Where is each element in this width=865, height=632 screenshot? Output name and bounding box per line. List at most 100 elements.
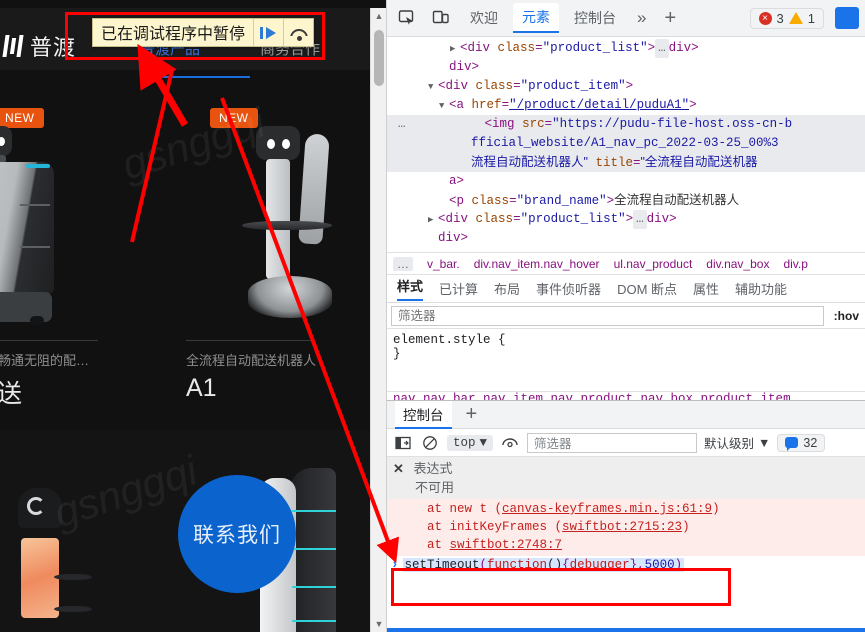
plus-icon[interactable]: + bbox=[658, 7, 682, 30]
product-divider bbox=[0, 340, 98, 341]
styles-tab-布局[interactable]: 布局 bbox=[494, 279, 520, 298]
resume-script-icon bbox=[259, 26, 278, 40]
breadcrumb-item[interactable]: ul.nav_product bbox=[614, 257, 693, 271]
issues-counter[interactable]: × 3 1 bbox=[749, 7, 824, 29]
prompt-chevron-icon: › bbox=[391, 558, 399, 572]
expand-caret-icon[interactable]: ▶ bbox=[428, 211, 438, 230]
breadcrumb-item[interactable]: div.nav_item.nav_hover bbox=[474, 257, 600, 271]
styles-rules[interactable]: element.style { } bbox=[387, 329, 865, 391]
stack-frame-line[interactable]: at swiftbot:2748:7 bbox=[387, 536, 865, 554]
styles-filter-input[interactable] bbox=[391, 305, 824, 326]
device-toolbar-icon[interactable] bbox=[427, 5, 455, 31]
styles-tab-事件侦听器[interactable]: 事件侦听器 bbox=[536, 279, 601, 298]
resume-script-button[interactable] bbox=[253, 19, 283, 46]
breadcrumb-item[interactable]: div.nav_box bbox=[706, 257, 769, 271]
collapsed-ellipsis[interactable]: … bbox=[395, 115, 409, 134]
step-over-button[interactable] bbox=[283, 19, 313, 46]
product-card-leshu[interactable]: NEW 峰期畅通无阻的配… 乐送 bbox=[0, 78, 118, 408]
dom-node-row[interactable]: <p class="brand_name">全流程自动配送机器人 bbox=[387, 191, 865, 210]
close-icon[interactable]: ✕ bbox=[393, 461, 404, 476]
product-card-a1[interactable]: NEW 全流程自动配送机器人 A1 bbox=[172, 78, 332, 402]
dom-node-row[interactable]: 流程自动配送机器人" title="全流程自动配送机器 bbox=[387, 153, 865, 172]
contact-us-button[interactable]: 联系我们 bbox=[178, 475, 296, 593]
breadcrumb-item[interactable]: div.p bbox=[783, 257, 807, 271]
dom-node-row[interactable]: … <img src="https://pudu-file-host.oss-cn… bbox=[387, 115, 865, 134]
inspect-element-icon[interactable] bbox=[393, 5, 421, 31]
dom-node-row[interactable]: ▶ <div class="product_list">… div> bbox=[387, 39, 865, 58]
dom-node-row[interactable]: div> bbox=[387, 58, 865, 77]
page-scrollbar[interactable]: ▲ ▼ bbox=[370, 8, 386, 632]
scroll-up-arrow-icon[interactable]: ▲ bbox=[371, 8, 386, 24]
source-link[interactable]: canvas-keyframes.min.js:61:9 bbox=[502, 502, 712, 516]
scroll-down-arrow-icon[interactable]: ▼ bbox=[371, 616, 386, 632]
styles-tab-已计算[interactable]: 已计算 bbox=[439, 279, 478, 298]
live-expression-row[interactable]: ✕ 表达式 不可用 bbox=[387, 457, 865, 499]
clear-console-icon[interactable] bbox=[420, 433, 440, 453]
console-issues-badge[interactable]: 32 bbox=[777, 433, 826, 452]
stack-frame-line[interactable]: at new t (canvas-keyframes.min.js:61:9) bbox=[387, 500, 865, 518]
console-context-selector[interactable]: top ▼ bbox=[447, 434, 494, 451]
product-subtitle-1: 峰期畅通无阻的配… bbox=[0, 353, 90, 368]
source-link[interactable]: swiftbot:2715:23 bbox=[562, 520, 682, 534]
expand-caret-icon[interactable]: ▼ bbox=[428, 78, 438, 97]
breadcrumb-item[interactable]: v_bar. bbox=[427, 257, 460, 271]
site-logo[interactable]: 普渡 bbox=[2, 30, 76, 62]
styles-tab-辅助功能[interactable]: 辅助功能 bbox=[735, 279, 787, 298]
elements-dom-tree[interactable]: ▶ <div class="product_list">… div> div> ▼ <di… bbox=[387, 37, 865, 248]
dom-node-row[interactable]: fficial_website/A1_nav_pc_2022-03-25_00%… bbox=[387, 134, 865, 153]
expand-caret-icon[interactable]: ▶ bbox=[450, 40, 460, 59]
tab-welcome[interactable]: 欢迎 bbox=[461, 4, 507, 32]
blue-square-icon[interactable] bbox=[835, 7, 859, 29]
plus-icon[interactable]: + bbox=[460, 403, 484, 426]
product-divider bbox=[186, 340, 312, 341]
element-style-selector: element.style { bbox=[393, 333, 506, 347]
devtools-titlebar: 欢迎 元素 控制台 » + × 3 1 bbox=[387, 0, 865, 37]
warning-triangle-icon bbox=[788, 12, 803, 24]
console-prompt-code[interactable]: setTimeout(function(){debugger},5000) bbox=[402, 558, 685, 572]
context-label: top bbox=[453, 435, 476, 450]
prompt-token: { bbox=[562, 558, 570, 572]
prompt-token: 5000 bbox=[644, 558, 675, 572]
console-focus-bar bbox=[387, 628, 865, 632]
styles-filter-row[interactable]: :hov bbox=[387, 303, 865, 329]
tab-console[interactable]: 控制台 bbox=[565, 4, 625, 32]
styles-tab-样式[interactable]: 样式 bbox=[397, 276, 424, 301]
scrollbar-thumb[interactable] bbox=[374, 30, 384, 86]
dom-breadcrumb[interactable]: … v_bar. div.nav_item.nav_hover ul.nav_prod… bbox=[387, 252, 865, 275]
log-level-label: 默认级别 bbox=[704, 437, 755, 451]
styles-sidebar-tabs[interactable]: 样式 已计算 布局 事件侦听器 DOM 断点 属性 辅助功能 bbox=[387, 275, 865, 303]
elements-tree-panel[interactable]: ▶ <div class="product_list">… div> div> ▼ <di… bbox=[387, 37, 865, 252]
live-expression-icon[interactable] bbox=[500, 433, 520, 453]
source-link[interactable]: swiftbot:2748:7 bbox=[450, 538, 563, 552]
console-filter-input[interactable]: 筛选器 bbox=[527, 432, 698, 453]
console-error-stack[interactable]: at new t (canvas-keyframes.min.js:61:9) a… bbox=[387, 499, 865, 556]
dom-node-row[interactable]: a> bbox=[387, 172, 865, 191]
dom-node-row[interactable]: ▼ <div class="product_item"> bbox=[387, 77, 865, 96]
debugger-paused-label: 已在调试程序中暂停 bbox=[101, 26, 246, 43]
website-pane: 普渡 普渡产品 商务合作 NEW 畅通无阻的配… 送 NEW 全流程自动配送机器… bbox=[0, 0, 386, 632]
errors-count: 3 bbox=[776, 10, 784, 26]
console-messages[interactable]: ✕ 表达式 不可用 at new t (canvas-keyframes.min… bbox=[387, 457, 865, 632]
console-prompt[interactable]: › setTimeout(function(){debugger},5000) bbox=[387, 556, 865, 574]
prompt-token: function bbox=[487, 558, 548, 572]
styles-tab-DOM 断点[interactable]: DOM 断点 bbox=[617, 279, 677, 298]
dom-node-row[interactable]: ▶ <div class="product_list">… div> bbox=[387, 210, 865, 229]
expression-label: 表达式 bbox=[413, 461, 453, 476]
chevron-double-right-icon[interactable]: » bbox=[631, 8, 652, 28]
hov-toggle[interactable]: :hov bbox=[828, 309, 865, 323]
robot-image-1 bbox=[0, 126, 63, 326]
tab-elements[interactable]: 元素 bbox=[513, 3, 559, 33]
stack-frame-line[interactable]: at initKeyFrames (swiftbot:2715:23) bbox=[387, 518, 865, 536]
console-log-level-selector[interactable]: 默认级别 ▼ bbox=[704, 433, 770, 452]
chevron-down-icon: ▼ bbox=[758, 435, 771, 450]
tab-console-drawer[interactable]: 控制台 bbox=[395, 400, 452, 429]
console-sidebar-icon[interactable] bbox=[393, 433, 413, 453]
console-tabbar: 控制台 + bbox=[387, 400, 865, 429]
expand-caret-icon[interactable]: ▼ bbox=[439, 97, 449, 116]
debugger-paused-banner: 已在调试程序中暂停 bbox=[92, 18, 315, 47]
expression-value: 不可用 bbox=[415, 480, 455, 495]
dom-node-row[interactable]: div> bbox=[387, 229, 865, 248]
breadcrumb-overflow[interactable]: … bbox=[393, 256, 413, 271]
styles-tab-属性[interactable]: 属性 bbox=[693, 279, 719, 298]
dom-node-row[interactable]: ▼ <a href="/product/detail/puduA1"> bbox=[387, 96, 865, 115]
